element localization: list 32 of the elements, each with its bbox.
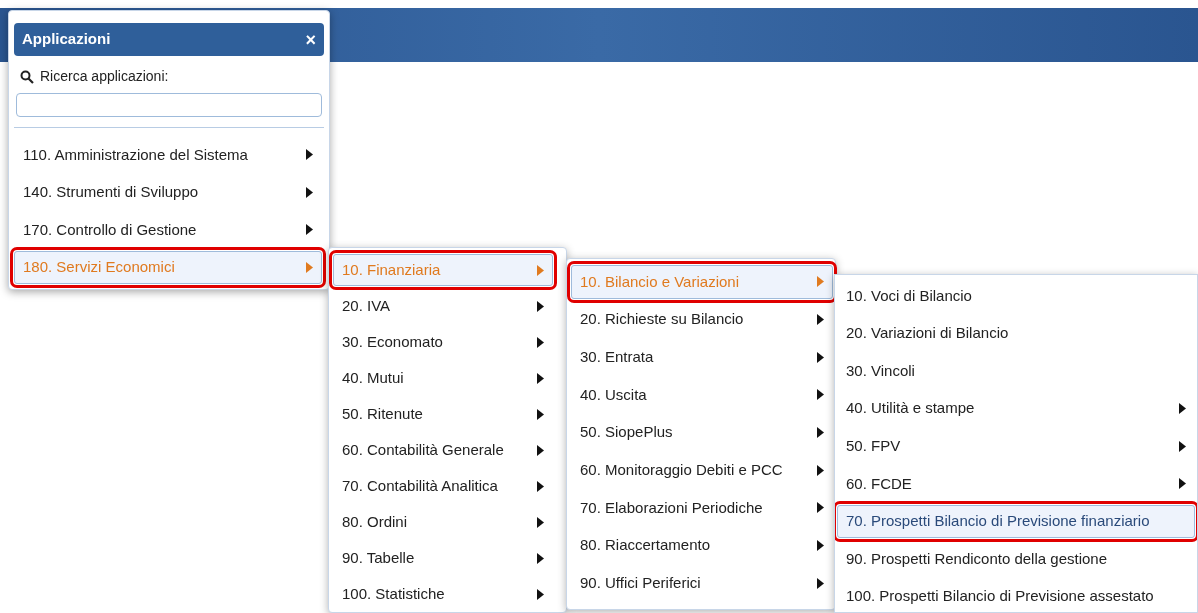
caret-icon [537, 336, 544, 348]
caret-icon [817, 540, 824, 552]
caret-icon [537, 444, 544, 456]
caret-icon [537, 300, 544, 312]
panel-title: Applicazioni [22, 29, 111, 50]
search-icon [20, 69, 34, 84]
caret-icon [306, 261, 313, 273]
caret-icon [537, 408, 544, 420]
caret-icon [817, 314, 824, 326]
caret-icon [817, 577, 824, 589]
caret-icon [817, 351, 824, 363]
caret-icon [537, 516, 544, 528]
caret-icon [537, 372, 544, 384]
caret-icon [1179, 478, 1186, 490]
caret-icon [817, 502, 824, 514]
caret-icon [306, 186, 313, 198]
menu-item[interactable]: 70. Prospetti Bilancio di Previsione finanziario [837, 504, 1195, 539]
caret-icon [1179, 440, 1186, 452]
caret-icon [306, 149, 313, 161]
caret-icon [817, 276, 824, 288]
close-button[interactable]: × [305, 30, 316, 49]
search-label: Ricerca applicazioni: [40, 67, 169, 86]
caret-icon [537, 552, 544, 564]
caret-icon [817, 427, 824, 439]
caret-icon [306, 224, 313, 236]
caret-icon [817, 464, 824, 476]
caret-icon [1179, 403, 1186, 415]
caret-icon [537, 264, 544, 276]
caret-icon [817, 389, 824, 401]
caret-icon [537, 588, 544, 600]
caret-icon [537, 480, 544, 492]
search-field[interactable] [16, 93, 322, 117]
